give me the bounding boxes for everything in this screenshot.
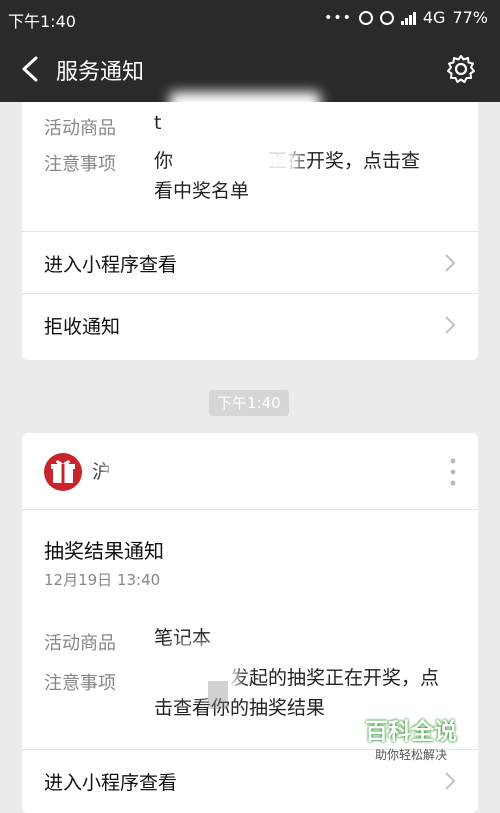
notification-title: 抽奖结果通知 [44,539,164,563]
notice-value-line2: 看中奖名单 [154,180,250,202]
watermark-subtitle: 助你轻松解决 [374,748,447,762]
chevron-right-icon [445,772,456,790]
product-value: t [154,112,162,134]
open-miniprogram-label: 进入小程序查看 [44,772,178,794]
chevron-right-icon [445,254,456,272]
battery-level: 77% [452,8,488,27]
watermark-title: 百科全说 [365,719,457,745]
redaction-blur [172,665,238,693]
redaction-blur [108,451,238,491]
status-bar: 下午1:40 ••• 4G 77% [0,0,500,36]
alarm-icon [379,10,394,25]
open-miniprogram-row[interactable]: 进入小程序查看 [22,231,478,294]
more-notifications-icon: ••• [324,9,352,26]
chevron-right-icon [445,316,456,334]
notice-label: 注意事项 [44,154,116,175]
notice-value-line2: 击查看你的抽奖结果 [154,697,326,719]
status-time: 下午1:40 [8,12,76,31]
back-arrow-icon[interactable] [18,55,44,83]
more-options-icon[interactable] [450,457,456,487]
signal-icon [400,11,416,25]
redaction-blur [178,148,298,174]
header-divider [22,509,478,510]
product-label: 活动商品 [44,118,116,139]
gear-icon[interactable] [446,54,476,84]
redaction-blur [172,645,232,655]
notice-label: 注意事项 [44,673,116,694]
product-label: 活动商品 [44,633,116,654]
time-divider: 下午1:40 [209,390,289,416]
status-icons: ••• 4G 77% [324,8,488,27]
notification-card-previous: 活动商品 t 注意事项 你 正在开奖，点击查 看中奖名单 进入小程序查看 拒收通… [22,92,478,360]
alarm-off-icon [358,10,373,25]
open-miniprogram-label: 进入小程序查看 [44,254,178,276]
reject-notice-label: 拒收通知 [44,316,121,338]
watermark: 百科全说 助你轻松解决 [352,712,470,763]
network-type: 4G [422,8,446,27]
notification-datetime: 12月19日 13:40 [44,571,161,589]
gift-icon [51,460,75,483]
reject-notice-row[interactable]: 拒收通知 [22,293,478,356]
page-title: 服务通知 [56,60,145,85]
sender-avatar[interactable] [44,453,82,491]
redaction-blur [170,92,320,128]
redaction-block [208,681,228,709]
